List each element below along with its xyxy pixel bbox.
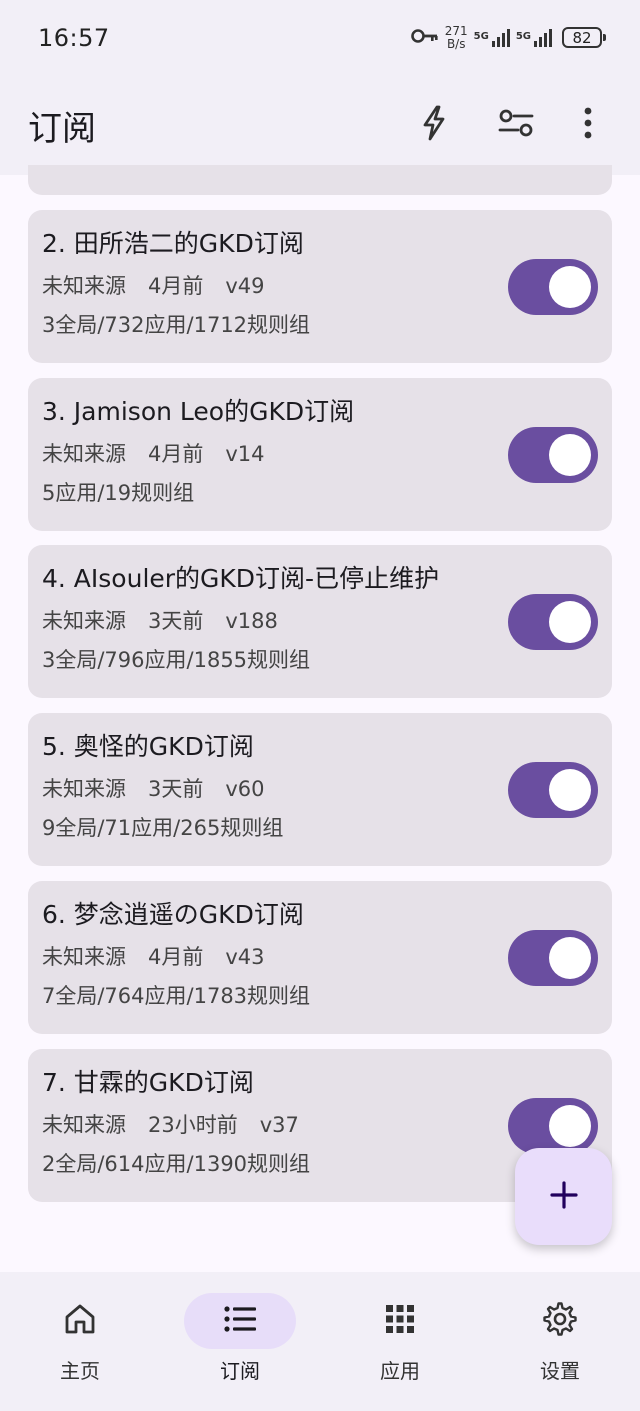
network-speed-unit: B/s bbox=[446, 36, 466, 51]
network-speed: 271 B/s bbox=[444, 23, 468, 51]
toggle-thumb bbox=[549, 601, 591, 643]
subscription-source: 未知来源 bbox=[42, 777, 126, 801]
subscription-toggle[interactable] bbox=[508, 427, 598, 483]
network-speed-value: 271 bbox=[444, 23, 468, 38]
subscription-updated: 3天前 bbox=[148, 777, 204, 801]
sim2-label: 5G bbox=[515, 30, 531, 42]
flash-button[interactable] bbox=[410, 101, 458, 149]
vpn-key-icon bbox=[410, 28, 439, 48]
subscription-toggle[interactable] bbox=[508, 594, 598, 650]
subscription-card-partial[interactable] bbox=[28, 165, 612, 195]
more-vert-icon bbox=[583, 107, 593, 143]
subscription-version: v14 bbox=[225, 442, 265, 466]
nav-pill bbox=[344, 1293, 456, 1349]
subscription-card[interactable]: 3. Jamison Leo的GKD订阅 未知来源 4月前 v14 5应用/19… bbox=[28, 378, 612, 531]
subscription-title: 4. AIsouler的GKD订阅-已停止维护 bbox=[42, 564, 440, 593]
subscription-card[interactable]: 5. 奥怪的GKD订阅 未知来源 3天前 v60 9全局/71应用/265规则组 bbox=[28, 713, 612, 866]
subscription-source: 未知来源 bbox=[42, 1113, 126, 1137]
app-bar-actions bbox=[376, 101, 612, 149]
subscription-version: v60 bbox=[225, 777, 265, 801]
subscription-updated: 4月前 bbox=[148, 274, 204, 298]
subscription-source: 未知来源 bbox=[42, 442, 126, 466]
subscription-updated: 4月前 bbox=[148, 945, 204, 969]
nav-item-apps[interactable]: 应用 bbox=[320, 1272, 480, 1411]
page-title: 订阅 bbox=[28, 108, 96, 149]
nav-pill bbox=[24, 1293, 136, 1349]
battery-icon: 82 bbox=[562, 27, 606, 48]
status-time: 16:57 bbox=[38, 23, 110, 52]
subscription-stats: 5应用/19规则组 bbox=[42, 481, 195, 505]
subscription-title: 6. 梦念逍遥のGKD订阅 bbox=[42, 900, 304, 929]
nav-item-home[interactable]: 主页 bbox=[0, 1272, 160, 1411]
nav-label-subscriptions: 订阅 bbox=[220, 1359, 260, 1383]
subscription-stats: 9全局/71应用/265规则组 bbox=[42, 816, 284, 840]
more-options-button[interactable] bbox=[564, 101, 612, 149]
subscription-card[interactable]: 6. 梦念逍遥のGKD订阅 未知来源 4月前 v43 7全局/764应用/178… bbox=[28, 881, 612, 1034]
add-subscription-button[interactable] bbox=[515, 1148, 612, 1245]
subscription-source: 未知来源 bbox=[42, 274, 126, 298]
subscription-card[interactable]: 4. AIsouler的GKD订阅-已停止维护 未知来源 3天前 v188 3全… bbox=[28, 545, 612, 698]
subscription-source: 未知来源 bbox=[42, 609, 126, 633]
status-icons: 271 B/s 5G 5G 82 bbox=[410, 23, 606, 51]
subscription-toggle[interactable] bbox=[508, 259, 598, 315]
toggle-thumb bbox=[549, 769, 591, 811]
subscription-toggle[interactable] bbox=[508, 930, 598, 986]
subscription-stats: 3全局/796应用/1855规则组 bbox=[42, 648, 311, 672]
subscription-version: v49 bbox=[225, 274, 265, 298]
subscription-version: v43 bbox=[225, 945, 265, 969]
home-icon bbox=[63, 1303, 97, 1339]
subscription-title: 5. 奥怪的GKD订阅 bbox=[42, 732, 254, 761]
signal-icon-sim1: 5G bbox=[473, 28, 510, 47]
status-bar: 16:57 271 B/s 5G 5G 82 bbox=[0, 0, 640, 75]
toggle-thumb bbox=[549, 266, 591, 308]
subscription-stats: 3全局/732应用/1712规则组 bbox=[42, 313, 311, 337]
subscription-toggle[interactable] bbox=[508, 1098, 598, 1154]
subscription-updated: 3天前 bbox=[148, 609, 204, 633]
subscription-updated: 4月前 bbox=[148, 442, 204, 466]
sim1-label: 5G bbox=[473, 30, 489, 42]
filter-settings-button[interactable] bbox=[492, 101, 540, 149]
apps-grid-icon bbox=[385, 1304, 415, 1338]
flash-icon bbox=[421, 105, 447, 145]
subscription-stats: 7全局/764应用/1783规则组 bbox=[42, 984, 311, 1008]
subscription-version: v188 bbox=[225, 609, 278, 633]
settings-gear-icon bbox=[542, 1301, 578, 1341]
list-icon bbox=[223, 1305, 257, 1337]
nav-pill-active bbox=[184, 1293, 296, 1349]
bottom-navigation: 主页 订阅 应用 设置 bbox=[0, 1272, 640, 1411]
nav-pill bbox=[504, 1293, 616, 1349]
signal-icon-sim2: 5G bbox=[515, 28, 552, 47]
toggle-thumb bbox=[549, 434, 591, 476]
nav-item-subscriptions[interactable]: 订阅 bbox=[160, 1272, 320, 1411]
subscription-updated: 23小时前 bbox=[148, 1113, 238, 1137]
subscription-title: 3. Jamison Leo的GKD订阅 bbox=[42, 397, 355, 426]
toggle-thumb bbox=[549, 937, 591, 979]
subscription-title: 2. 田所浩二的GKD订阅 bbox=[42, 229, 304, 258]
subscription-title: 7. 甘霖的GKD订阅 bbox=[42, 1068, 254, 1097]
filter-settings-icon bbox=[498, 108, 534, 142]
nav-label-settings: 设置 bbox=[540, 1359, 580, 1383]
subscription-toggle[interactable] bbox=[508, 762, 598, 818]
top-app-bar: 订阅 bbox=[0, 75, 640, 175]
add-icon bbox=[549, 1180, 579, 1214]
subscription-version: v37 bbox=[259, 1113, 299, 1137]
subscription-source: 未知来源 bbox=[42, 945, 126, 969]
toggle-thumb bbox=[549, 1105, 591, 1147]
nav-item-settings[interactable]: 设置 bbox=[480, 1272, 640, 1411]
subscription-card[interactable]: 2. 田所浩二的GKD订阅 未知来源 4月前 v49 3全局/732应用/171… bbox=[28, 210, 612, 363]
battery-level: 82 bbox=[572, 28, 592, 47]
nav-label-apps: 应用 bbox=[380, 1359, 420, 1383]
nav-label-home: 主页 bbox=[60, 1359, 100, 1383]
